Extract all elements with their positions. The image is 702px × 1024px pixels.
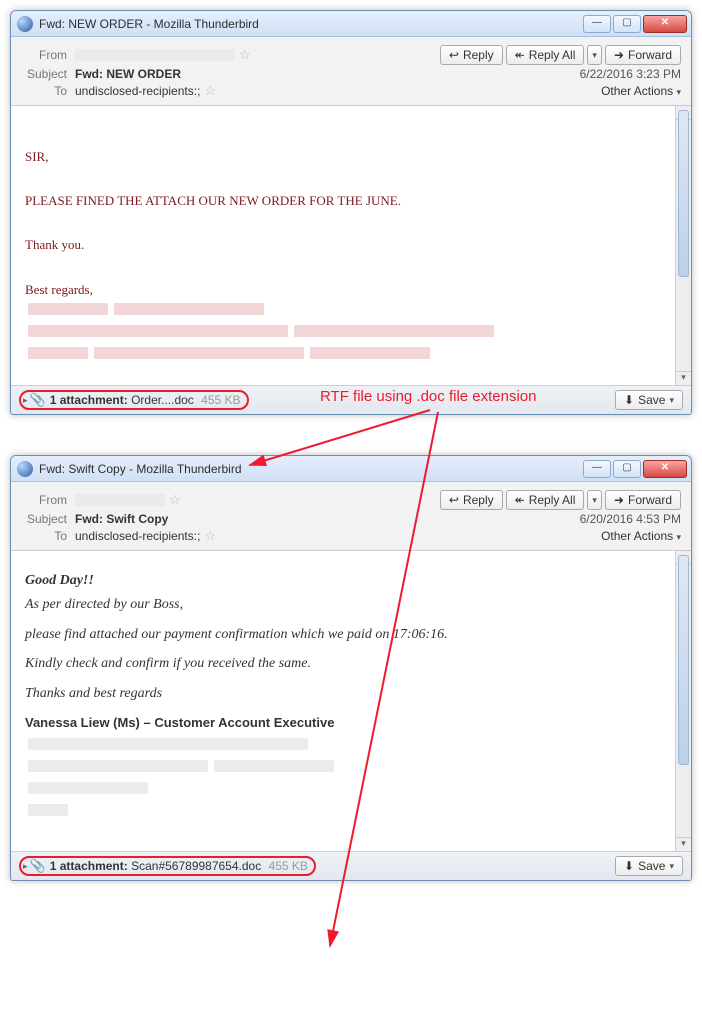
chevron-down-icon: ▾ xyxy=(669,861,674,872)
subject-value: Fwd: Swift Copy xyxy=(75,512,168,526)
reply-icon: ↩ xyxy=(449,493,459,507)
chevron-down-icon: ▾ xyxy=(676,87,681,97)
message-date: 6/22/2016 3:23 PM xyxy=(580,67,681,81)
other-actions-button[interactable]: Other Actions ▾ xyxy=(601,84,681,98)
paperclip-icon: 📎 xyxy=(30,858,46,874)
signature-redacted xyxy=(25,736,661,824)
body-line: Thanks and best regards xyxy=(25,682,661,706)
scroll-down-icon[interactable]: ▾ xyxy=(676,371,691,385)
forward-button[interactable]: ➜Forward xyxy=(605,490,681,510)
star-icon[interactable]: ☆ xyxy=(169,492,181,508)
from-redacted xyxy=(75,494,165,506)
from-label: From xyxy=(21,493,75,507)
minimize-button[interactable]: — xyxy=(583,460,611,478)
save-icon: ⬇ xyxy=(624,859,634,873)
body-line: Best regards, xyxy=(25,279,661,301)
reply-all-dropdown[interactable]: ▾ xyxy=(587,45,602,65)
to-value: undisclosed-recipients:; xyxy=(75,84,200,98)
body-line: Good Day!! xyxy=(25,569,661,593)
subject-label: Subject xyxy=(21,512,75,526)
window-title: Fwd: Swift Copy - Mozilla Thunderbird xyxy=(39,462,583,476)
titlebar[interactable]: Fwd: NEW ORDER - Mozilla Thunderbird — ▢… xyxy=(11,11,691,37)
attachment-text[interactable]: 1 attachment: Scan#56789987654.doc 455 K… xyxy=(50,859,308,873)
attachment-text[interactable]: 1 attachment: Order....doc 455 KB xyxy=(50,393,241,407)
to-label: To xyxy=(21,84,75,98)
expand-icon[interactable]: ▸ xyxy=(23,395,28,406)
maximize-button[interactable]: ▢ xyxy=(613,460,641,478)
close-button[interactable]: ✕ xyxy=(643,15,687,33)
reply-all-icon: ↞ xyxy=(515,493,525,507)
reply-button[interactable]: ↩Reply xyxy=(440,45,503,65)
email-window-2: Fwd: Swift Copy - Mozilla Thunderbird — … xyxy=(10,455,692,881)
save-icon: ⬇ xyxy=(624,393,634,407)
to-value: undisclosed-recipients:; xyxy=(75,529,200,543)
body-line: Thank you. xyxy=(25,234,661,256)
scroll-thumb[interactable] xyxy=(678,110,689,277)
save-attachment-button[interactable]: ⬇ Save ▾ xyxy=(615,856,683,876)
from-label: From xyxy=(21,48,75,62)
reply-all-dropdown[interactable]: ▾ xyxy=(587,490,602,510)
reply-all-button[interactable]: ↞Reply All xyxy=(506,45,585,65)
maximize-button[interactable]: ▢ xyxy=(613,15,641,33)
star-icon[interactable]: ☆ xyxy=(239,47,251,63)
subject-value: Fwd: NEW ORDER xyxy=(75,67,181,81)
titlebar[interactable]: Fwd: Swift Copy - Mozilla Thunderbird — … xyxy=(11,456,691,482)
forward-icon: ➜ xyxy=(614,493,624,507)
scrollbar[interactable]: ▴ ▾ xyxy=(675,106,691,385)
message-header: From ☆ ↩Reply ↞Reply All ▾ ➜Forward Subj… xyxy=(11,482,691,551)
scroll-thumb[interactable] xyxy=(678,555,689,765)
message-body: Good Day!! As per directed by our Boss, … xyxy=(11,551,675,851)
annotation-label: RTF file using .doc file extension xyxy=(320,388,537,405)
thunderbird-icon xyxy=(17,16,33,32)
email-window-1: Fwd: NEW ORDER - Mozilla Thunderbird — ▢… xyxy=(10,10,692,415)
body-line: PLEASE FINED THE ATTACH OUR NEW ORDER FO… xyxy=(25,190,661,212)
attachment-highlight: ▸ 📎 1 attachment: Scan#56789987654.doc 4… xyxy=(19,856,316,876)
chevron-down-icon: ▾ xyxy=(592,50,597,61)
scroll-down-icon[interactable]: ▾ xyxy=(676,837,691,851)
window-title: Fwd: NEW ORDER - Mozilla Thunderbird xyxy=(39,17,583,31)
subject-label: Subject xyxy=(21,67,75,81)
save-attachment-button[interactable]: ⬇ Save ▾ xyxy=(615,390,683,410)
body-line: please find attached our payment confirm… xyxy=(25,623,661,647)
to-label: To xyxy=(21,529,75,543)
reply-all-button[interactable]: ↞Reply All xyxy=(506,490,585,510)
signature-name: Vanessa Liew (Ms) – Customer Account Exe… xyxy=(25,712,661,734)
expand-icon[interactable]: ▸ xyxy=(23,861,28,872)
thunderbird-icon xyxy=(17,461,33,477)
reply-button[interactable]: ↩Reply xyxy=(440,490,503,510)
chevron-down-icon: ▾ xyxy=(676,532,681,542)
forward-button[interactable]: ➜Forward xyxy=(605,45,681,65)
body-line: Kindly check and confirm if you received… xyxy=(25,652,661,676)
attachment-bar: ▸ 📎 1 attachment: Scan#56789987654.doc 4… xyxy=(11,851,691,880)
from-redacted xyxy=(75,49,235,61)
body-line: As per directed by our Boss, xyxy=(25,593,661,617)
close-button[interactable]: ✕ xyxy=(643,460,687,478)
other-actions-button[interactable]: Other Actions ▾ xyxy=(601,529,681,543)
message-header: From ☆ ↩Reply ↞Reply All ▾ ➜Forward Subj… xyxy=(11,37,691,106)
reply-all-icon: ↞ xyxy=(515,48,525,62)
message-date: 6/20/2016 4:53 PM xyxy=(580,512,681,526)
body-line: SIR, xyxy=(25,146,661,168)
star-icon[interactable]: ☆ xyxy=(204,83,216,99)
paperclip-icon: 📎 xyxy=(30,392,46,408)
message-body: SIR, PLEASE FINED THE ATTACH OUR NEW ORD… xyxy=(11,106,675,385)
chevron-down-icon: ▾ xyxy=(669,395,674,406)
chevron-down-icon: ▾ xyxy=(592,495,597,506)
reply-icon: ↩ xyxy=(449,48,459,62)
forward-icon: ➜ xyxy=(614,48,624,62)
signature-redacted xyxy=(25,301,661,367)
star-icon[interactable]: ☆ xyxy=(204,528,216,544)
scrollbar[interactable]: ▴ ▾ xyxy=(675,551,691,851)
attachment-highlight: ▸ 📎 1 attachment: Order....doc 455 KB xyxy=(19,390,249,410)
minimize-button[interactable]: — xyxy=(583,15,611,33)
